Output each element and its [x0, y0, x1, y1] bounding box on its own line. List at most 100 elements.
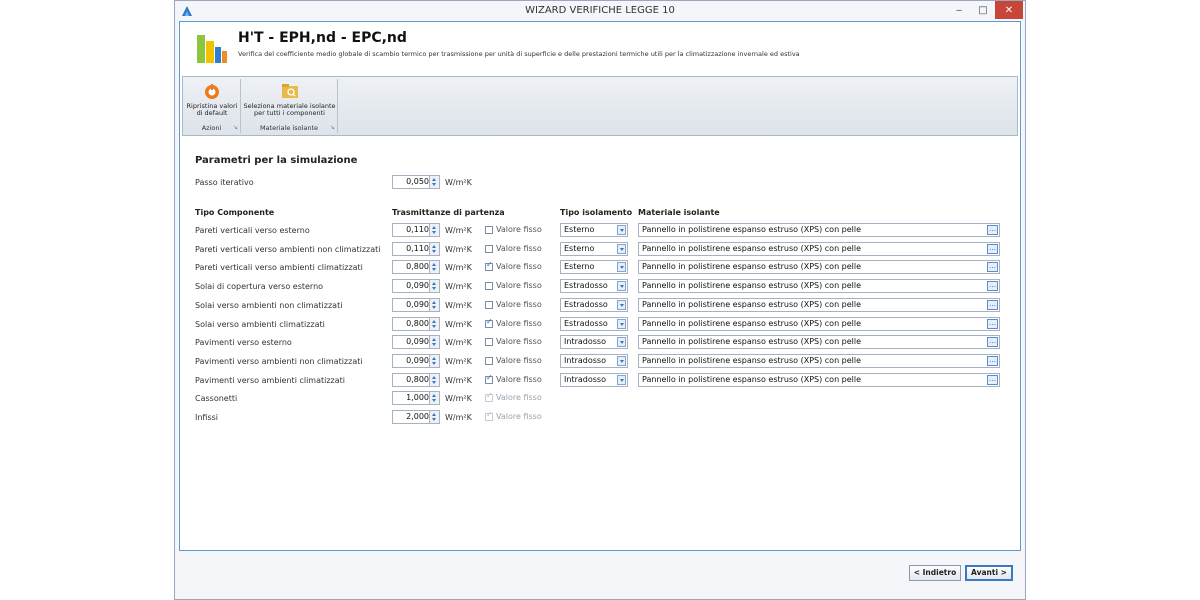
chevron-down-icon[interactable]: [617, 356, 626, 366]
insulation-type-select[interactable]: Estradosso: [560, 317, 628, 331]
spin-arrows-icon[interactable]: [429, 299, 439, 311]
next-button[interactable]: Avanti >: [965, 565, 1013, 581]
browse-ellipsis-icon[interactable]: …: [987, 225, 998, 235]
fixed-value-checkbox[interactable]: [485, 245, 493, 253]
group-launcher-icon[interactable]: ↘: [330, 124, 335, 131]
spin-arrows-icon[interactable]: [429, 411, 439, 423]
component-name: Cassonetti: [195, 394, 238, 403]
ribbon-group-label-azioni: Azioni: [201, 124, 222, 132]
material-value: Pannello in polistirene espanso estruso …: [642, 319, 862, 328]
spin-arrows-icon[interactable]: [429, 355, 439, 367]
transmittance-stepper[interactable]: 2,000: [392, 410, 440, 424]
transmittance-stepper[interactable]: 1,000: [392, 391, 440, 405]
insulation-type-select[interactable]: Estradosso: [560, 279, 628, 293]
fixed-value-checkbox[interactable]: [485, 317, 493, 328]
transmittance-stepper[interactable]: 0,110: [392, 242, 440, 256]
spin-arrows-icon[interactable]: [429, 336, 439, 348]
transmittance-stepper[interactable]: 0,800: [392, 373, 440, 387]
folder-search-icon: [281, 84, 298, 98]
transmittance-stepper[interactable]: 0,800: [392, 317, 440, 331]
spin-arrows-icon[interactable]: [429, 176, 439, 188]
chevron-down-icon[interactable]: [617, 337, 626, 347]
chevron-down-icon[interactable]: [617, 375, 626, 385]
fixed-value-label: Valore fisso: [496, 337, 542, 346]
transmittance-stepper[interactable]: 0,110: [392, 223, 440, 237]
insulation-material-field[interactable]: Pannello in polistirene espanso estruso …: [638, 373, 1000, 387]
browse-ellipsis-icon[interactable]: …: [987, 319, 998, 329]
insulation-material-field[interactable]: Pannello in polistirene espanso estruso …: [638, 260, 1000, 274]
insulation-type-select[interactable]: Esterno: [560, 223, 628, 237]
transmittance-stepper[interactable]: 0,090: [392, 354, 440, 368]
fixed-value-checkbox[interactable]: [485, 338, 493, 346]
maximize-button[interactable]: □: [971, 1, 995, 19]
insulation-material-field[interactable]: Pannello in polistirene espanso estruso …: [638, 317, 1000, 331]
browse-ellipsis-icon[interactable]: …: [987, 262, 998, 272]
wizard-header: H'T - EPH,nd - EPC,nd Verifica del coeff…: [180, 22, 1020, 74]
insulation-material-field[interactable]: Pannello in polistirene espanso estruso …: [638, 335, 1000, 349]
reset-line2: di default: [196, 109, 228, 117]
component-name: Pavimenti verso esterno: [195, 338, 292, 347]
fixed-value-checkbox[interactable]: [485, 357, 493, 365]
fixed-value-checkbox[interactable]: [485, 373, 493, 384]
step-stepper[interactable]: 0,050: [392, 175, 440, 189]
chevron-down-icon[interactable]: [617, 225, 626, 235]
insulation-type-select[interactable]: Esterno: [560, 260, 628, 274]
spin-arrows-icon[interactable]: [429, 243, 439, 255]
chevron-down-icon[interactable]: [617, 300, 626, 310]
fixed-value-checkbox[interactable]: [485, 260, 493, 271]
transmittance-stepper[interactable]: 0,090: [392, 298, 440, 312]
material-value: Pannello in polistirene espanso estruso …: [642, 356, 862, 365]
transmittance-stepper[interactable]: 0,090: [392, 335, 440, 349]
transmittance-value: 2,000: [406, 412, 429, 421]
wizard-footer: < Indietro Avanti >: [179, 553, 1021, 597]
chevron-down-icon[interactable]: [617, 244, 626, 254]
group-launcher-icon[interactable]: ↘: [233, 124, 238, 131]
select-insulation-button[interactable]: Seleziona materiale isolante per tutti i…: [243, 79, 336, 121]
insulation-type-select[interactable]: Esterno: [560, 242, 628, 256]
transmittance-stepper[interactable]: 0,090: [392, 279, 440, 293]
back-button[interactable]: < Indietro: [909, 565, 961, 581]
insulation-type-select[interactable]: Intradosso: [560, 335, 628, 349]
transmittance-stepper[interactable]: 0,800: [392, 260, 440, 274]
unit-label: W/m²K: [445, 357, 472, 366]
spin-arrows-icon[interactable]: [429, 224, 439, 236]
transmittance-value: 0,090: [406, 281, 429, 290]
insulation-type-value: Estradosso: [564, 281, 608, 290]
chevron-down-icon[interactable]: [617, 319, 626, 329]
window-title: WIZARD VERIFICHE LEGGE 10: [525, 5, 675, 16]
fixed-value-label: Valore fisso: [496, 319, 542, 328]
browse-ellipsis-icon[interactable]: …: [987, 356, 998, 366]
insulation-type-select[interactable]: Estradosso: [560, 298, 628, 312]
spin-arrows-icon[interactable]: [429, 374, 439, 386]
browse-ellipsis-icon[interactable]: …: [987, 337, 998, 347]
insulation-type-select[interactable]: Intradosso: [560, 354, 628, 368]
component-name: Pavimenti verso ambienti climatizzati: [195, 376, 346, 385]
spin-arrows-icon[interactable]: [429, 392, 439, 404]
insulation-material-field[interactable]: Pannello in polistirene espanso estruso …: [638, 223, 1000, 237]
ribbon: Ripristina valori di default Azioni ↘ Se…: [182, 76, 1018, 136]
spin-arrows-icon[interactable]: [429, 280, 439, 292]
fixed-value-checkbox[interactable]: [485, 282, 493, 290]
minimize-button[interactable]: ‒: [947, 1, 971, 19]
chevron-down-icon[interactable]: [617, 262, 626, 272]
transmittance-value: 0,090: [406, 337, 429, 346]
insulation-material-field[interactable]: Pannello in polistirene espanso estruso …: [638, 242, 1000, 256]
browse-ellipsis-icon[interactable]: …: [987, 244, 998, 254]
insulation-material-field[interactable]: Pannello in polistirene espanso estruso …: [638, 298, 1000, 312]
insulation-material-field[interactable]: Pannello in polistirene espanso estruso …: [638, 354, 1000, 368]
insulation-type-select[interactable]: Intradosso: [560, 373, 628, 387]
unit-label: W/m²K: [445, 263, 472, 272]
spin-arrows-icon[interactable]: [429, 261, 439, 273]
ribbon-group-materiale: Seleziona materiale isolante per tutti i…: [241, 79, 338, 133]
close-button[interactable]: ✕: [995, 1, 1023, 19]
fixed-value-checkbox[interactable]: [485, 301, 493, 309]
insulation-material-field[interactable]: Pannello in polistirene espanso estruso …: [638, 279, 1000, 293]
reset-defaults-button[interactable]: Ripristina valori di default: [185, 79, 239, 121]
chevron-down-icon[interactable]: [617, 281, 626, 291]
spin-arrows-icon[interactable]: [429, 318, 439, 330]
browse-ellipsis-icon[interactable]: …: [987, 281, 998, 291]
browse-ellipsis-icon[interactable]: …: [987, 375, 998, 385]
browse-ellipsis-icon[interactable]: …: [987, 300, 998, 310]
component-name: Pareti verticali verso ambienti climatiz…: [195, 263, 363, 272]
fixed-value-checkbox[interactable]: [485, 226, 493, 234]
